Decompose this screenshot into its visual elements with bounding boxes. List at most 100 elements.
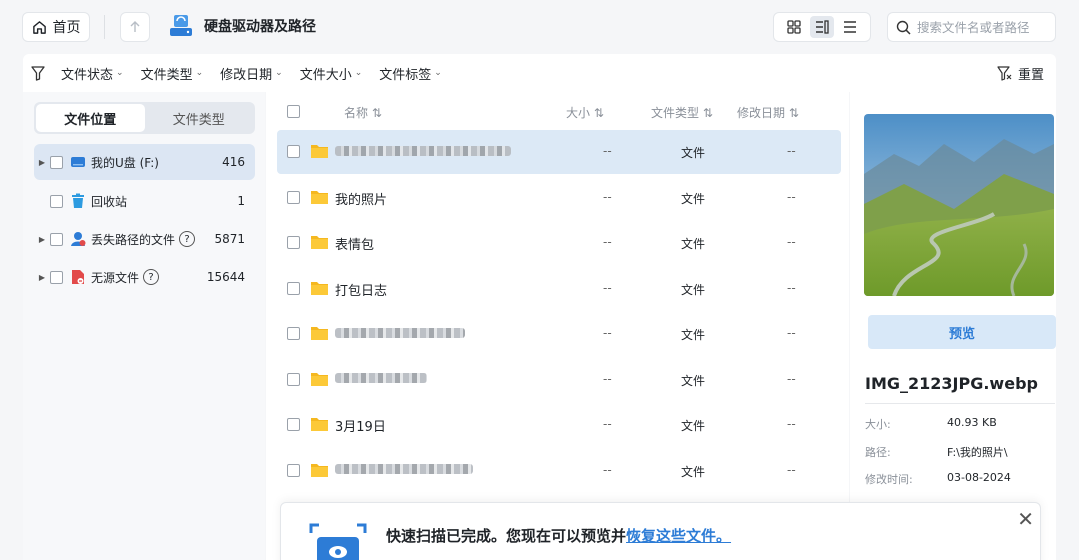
filter-label: 修改日期 <box>220 67 273 83</box>
row-checkbox[interactable] <box>287 236 300 249</box>
table-row[interactable]: 我的照片 -- 文件 -- <box>277 176 841 220</box>
folder-icon <box>310 280 329 300</box>
orphan-file-icon <box>70 269 86 285</box>
tree-item-usb-drive[interactable]: ▶ 我的U盘 (F:) 416 <box>34 144 255 180</box>
list-view-icon[interactable] <box>838 16 862 38</box>
toast-message: 快速扫描已完成。您现在可以预览并恢复这些文件。 <box>386 525 731 546</box>
row-checkbox[interactable] <box>287 145 300 158</box>
location-tabs: 文件位置 文件类型 <box>34 102 255 134</box>
recover-files-link[interactable]: 恢复这些文件。 <box>626 527 731 545</box>
tree-item-count: 1 <box>237 194 245 208</box>
checkbox[interactable] <box>50 270 63 284</box>
table-row[interactable]: 表情包 -- 文件 -- <box>277 221 841 265</box>
detail-view-icon[interactable] <box>810 16 834 38</box>
filter-label: 文件类型 <box>140 67 193 83</box>
checkbox[interactable] <box>50 155 63 169</box>
tree-item-count: 5871 <box>214 232 245 246</box>
file-name-cell <box>335 462 473 477</box>
close-icon[interactable]: ✕ <box>1017 507 1034 531</box>
chevron-down-icon: ⌄ <box>195 68 204 78</box>
expand-caret-icon[interactable]: ▶ <box>34 158 50 167</box>
select-all-checkbox[interactable] <box>287 105 300 118</box>
chevron-down-icon: ⌄ <box>354 68 363 78</box>
meta-size-key: 大小: <box>865 418 891 431</box>
file-type-cell: 文件 <box>681 282 706 297</box>
file-name-cell: 我的照片 <box>335 192 388 208</box>
meta-mtime-key: 修改时间: <box>865 473 913 486</box>
row-checkbox[interactable] <box>287 190 300 204</box>
file-date-cell: -- <box>787 462 796 477</box>
column-header-type[interactable]: 文件类型 ⇅ <box>651 104 713 121</box>
checkbox[interactable] <box>50 232 63 246</box>
tab-file-type[interactable]: 文件类型 <box>145 104 254 132</box>
filter-bar: 文件状态 ⌄ 文件类型 ⌄ 修改日期 ⌄ 文件大小 ⌄ 文件标签 ⌄ 重置 <box>23 54 1056 92</box>
table-row[interactable]: -- 文件 -- <box>277 358 841 402</box>
file-name-cell <box>335 371 427 386</box>
help-icon[interactable]: ? <box>143 269 160 285</box>
expand-caret-icon[interactable]: ▶ <box>34 235 50 244</box>
table-row[interactable]: -- 文件 -- <box>277 312 841 356</box>
column-header-name[interactable]: 名称 ⇅ <box>344 104 382 121</box>
filter-file-type[interactable]: 文件类型 ⌄ <box>141 64 204 83</box>
file-name-cell: 3月19日 <box>335 420 386 435</box>
file-type-cell: 文件 <box>681 419 706 433</box>
column-header-date[interactable]: 修改日期 ⇅ <box>737 104 799 121</box>
details-panel: 预览 IMG_2123JPG.webp 大小: 40.93 KB 路径: F:\… <box>850 92 1056 560</box>
search-input[interactable] <box>917 19 1052 35</box>
row-checkbox[interactable] <box>287 281 300 295</box>
checkbox[interactable] <box>50 194 63 208</box>
list-header: 名称 ⇅ 大小 ⇅ 文件类型 ⇅ 修改日期 ⇅ <box>266 92 849 130</box>
folder-icon <box>310 325 329 345</box>
lost-path-icon <box>70 231 86 247</box>
expand-caret-icon[interactable]: ▶ <box>34 273 50 282</box>
folder-icon <box>310 143 329 163</box>
current-location: 硬盘驱动器及路径 <box>168 14 316 38</box>
row-checkbox[interactable] <box>287 372 300 386</box>
meta-path-value: F:\我的照片\ <box>947 446 1008 459</box>
preview-thumbnail[interactable] <box>864 114 1054 296</box>
reset-label: 重置 <box>1017 68 1044 83</box>
tree-item-recycle-bin[interactable]: 回收站 1 <box>34 183 255 219</box>
tree-item-lost-path[interactable]: ▶ 丢失路径的文件 ? 5871 <box>34 221 255 257</box>
tab-file-location[interactable]: 文件位置 <box>36 104 145 132</box>
help-icon[interactable]: ? <box>179 231 196 247</box>
row-checkbox[interactable] <box>287 418 300 431</box>
grid-view-icon[interactable] <box>782 16 806 38</box>
table-row[interactable]: 打包日志 -- 文件 -- <box>277 267 841 311</box>
file-type-cell: 文件 <box>681 464 706 479</box>
file-type-cell: 文件 <box>681 237 706 251</box>
preview-button[interactable]: 预览 <box>868 315 1056 349</box>
tree-item-orphan-files[interactable]: ▶ 无源文件 ? 15644 <box>34 259 255 295</box>
location-panel: 文件位置 文件类型 ▶ 我的U盘 (F:) 416 回收站 1 ▶ 丢失路径的文… <box>23 92 265 560</box>
file-name-cell <box>335 143 511 158</box>
filter-file-size[interactable]: 文件大小 ⌄ <box>300 64 363 83</box>
search-box[interactable] <box>887 12 1056 42</box>
scan-icon <box>309 521 367 560</box>
file-date-cell: -- <box>787 417 796 431</box>
home-icon <box>32 20 46 34</box>
table-row[interactable]: -- 文件 -- <box>277 449 841 493</box>
filter-label: 文件大小 <box>299 67 352 83</box>
meta-path-key: 路径: <box>865 446 891 459</box>
filter-icon[interactable] <box>31 65 45 81</box>
table-row[interactable]: -- 文件 -- <box>277 130 841 174</box>
row-checkbox[interactable] <box>287 463 300 477</box>
meta-mtime-value: 03-08-2024 <box>947 471 1011 484</box>
file-type-cell: 文件 <box>681 191 706 206</box>
filter-file-tag[interactable]: 文件标签 ⌄ <box>379 64 442 83</box>
reset-button[interactable]: 重置 <box>997 64 1044 83</box>
up-button[interactable] <box>120 12 150 42</box>
column-header-size[interactable]: 大小 ⇅ <box>566 104 604 121</box>
row-checkbox[interactable] <box>287 327 300 340</box>
file-size-cell: -- <box>603 417 612 431</box>
folder-icon <box>310 189 329 209</box>
filter-file-status[interactable]: 文件状态 ⌄ <box>61 64 124 83</box>
home-button[interactable]: 首页 <box>22 12 90 42</box>
tree-item-label: 无源文件 <box>91 270 140 285</box>
file-type-cell: 文件 <box>681 373 706 388</box>
clear-filter-icon <box>997 66 1012 81</box>
filter-modified-date[interactable]: 修改日期 ⌄ <box>220 64 283 83</box>
usb-drive-icon <box>70 154 86 170</box>
blurred-name <box>335 373 427 383</box>
table-row[interactable]: 3月19日 -- 文件 -- <box>277 403 841 447</box>
